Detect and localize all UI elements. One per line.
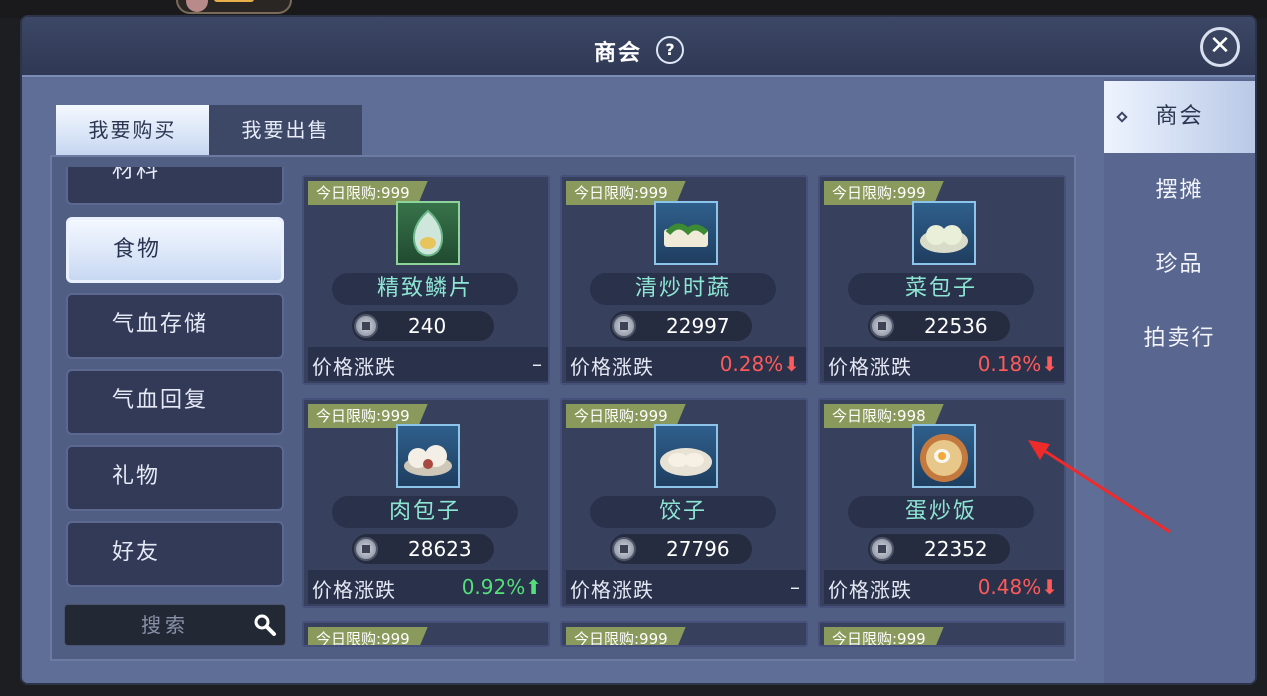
tab-buy[interactable]: 我要购买 [56, 105, 209, 156]
nav-item-label: 商会 [1155, 104, 1204, 129]
nav-item-stall[interactable]: 摆摊 [1104, 155, 1255, 227]
tab-sell[interactable]: 我要出售 [209, 105, 362, 156]
nav-item-chamber[interactable]: 商会 [1104, 81, 1255, 153]
coin-icon [354, 314, 378, 338]
price-change-row: 价格涨跌 0.28%⬇ [566, 347, 806, 381]
item-price: 27796 [610, 534, 752, 564]
price-value: 28623 [408, 537, 472, 561]
category-hp-recovery[interactable]: 气血回复 [66, 369, 284, 435]
main-area: 我要购买 我要出售 材料 食物 气血存储 气血回复 礼物 好友 今日限购:999 [22, 79, 1104, 683]
diamond-icon [1116, 111, 1128, 123]
price-change-row: 价格涨跌 – [308, 347, 548, 381]
item-name: 蛋炒饭 [848, 496, 1034, 528]
search-icon[interactable] [253, 613, 277, 637]
coin-icon [612, 537, 636, 561]
vegetables-icon [654, 201, 718, 265]
item-name: 清炒时蔬 [590, 273, 776, 305]
vegetable-bun-icon [912, 201, 976, 265]
nav-item-auction[interactable]: 拍卖行 [1104, 303, 1255, 375]
price-value: 22997 [666, 314, 730, 338]
coin-icon [354, 537, 378, 561]
item-card[interactable]: 今日限购:999 [560, 621, 808, 647]
item-price: 22997 [610, 311, 752, 341]
price-change-label: 价格涨跌 [828, 355, 912, 379]
price-value: 22352 [924, 537, 988, 561]
category-friends[interactable]: 好友 [66, 521, 284, 587]
price-change-value: 0.48%⬇ [977, 575, 1058, 599]
coin-icon [870, 537, 894, 561]
avatar[interactable] [176, 0, 292, 14]
daily-limit-badge: 今日限购:999 [566, 627, 686, 647]
item-card[interactable]: 今日限购:999 饺子 27796 价格涨跌 – [560, 398, 808, 608]
item-price: 28623 [352, 534, 494, 564]
item-name: 菜包子 [848, 273, 1034, 305]
price-value: 22536 [924, 314, 988, 338]
item-price: 22352 [868, 534, 1010, 564]
price-change-label: 价格涨跌 [570, 355, 654, 379]
price-change-label: 价格涨跌 [570, 578, 654, 602]
coin-icon [870, 314, 894, 338]
item-card[interactable]: 今日限购:999 精致鳞片 240 价格涨跌 – [302, 175, 550, 385]
item-name: 精致鳞片 [332, 273, 518, 305]
avatar-face [186, 0, 208, 12]
item-price: 240 [352, 311, 494, 341]
category-food[interactable]: 食物 [66, 217, 284, 283]
meat-bun-icon [396, 424, 460, 488]
price-change-value: 0.18%⬇ [977, 352, 1058, 376]
category-list[interactable]: 材料 食物 气血存储 气血回复 礼物 好友 [64, 167, 286, 593]
item-name: 饺子 [590, 496, 776, 528]
daily-limit-badge: 今日限购:999 [308, 627, 428, 647]
price-change-value: 0.92%⬆ [461, 575, 542, 599]
price-change-row: 价格涨跌 0.48%⬇ [824, 570, 1064, 604]
price-change-row: 价格涨跌 – [566, 570, 806, 604]
price-change-label: 价格涨跌 [312, 578, 396, 602]
shop-window: 商会 ? ✕ 我要购买 我要出售 材料 食物 气血存储 气血回复 礼物 好友 搜… [22, 17, 1255, 683]
price-change-label: 价格涨跌 [828, 578, 912, 602]
close-icon[interactable]: ✕ [1200, 27, 1240, 67]
item-card[interactable]: 今日限购:999 菜包子 22536 价格涨跌 0.18%⬇ [818, 175, 1066, 385]
fried-rice-icon [912, 424, 976, 488]
search-box[interactable] [64, 604, 286, 646]
help-icon[interactable]: ? [656, 36, 684, 64]
content-panel: 材料 食物 气血存储 气血回复 礼物 好友 今日限购:999 [50, 155, 1076, 661]
dumpling-icon [654, 424, 718, 488]
price-change-value: – [790, 575, 800, 599]
daily-limit-badge: 今日限购:999 [824, 627, 944, 647]
item-card[interactable]: 今日限购:999 肉包子 28623 价格涨跌 0.92%⬆ [302, 398, 550, 608]
right-nav: 商会 摆摊 珍品 拍卖行 [1104, 79, 1255, 683]
item-card[interactable]: 今日限购:999 [818, 621, 1066, 647]
window-title: 商会 [594, 41, 643, 66]
price-change-label: 价格涨跌 [312, 355, 396, 379]
item-card[interactable]: 今日限购:999 [302, 621, 550, 647]
avatar-tag [214, 0, 254, 2]
coin-icon [612, 314, 636, 338]
item-price: 22536 [868, 311, 1010, 341]
category-materials[interactable]: 材料 [66, 167, 284, 205]
price-value: 240 [408, 314, 447, 338]
nav-item-treasures[interactable]: 珍品 [1104, 229, 1255, 301]
scale-icon [396, 201, 460, 265]
category-hp-storage[interactable]: 气血存储 [66, 293, 284, 359]
item-name: 肉包子 [332, 496, 518, 528]
price-change-row: 价格涨跌 0.18%⬇ [824, 347, 1064, 381]
price-value: 27796 [666, 537, 730, 561]
item-card[interactable]: 今日限购:998 蛋炒饭 22352 价格涨跌 0.48%⬇ [818, 398, 1066, 608]
price-change-row: 价格涨跌 0.92%⬆ [308, 570, 548, 604]
search-input[interactable] [65, 605, 245, 645]
category-gifts[interactable]: 礼物 [66, 445, 284, 511]
price-change-value: 0.28%⬇ [719, 352, 800, 376]
price-change-value: – [532, 352, 542, 376]
item-card[interactable]: 今日限购:999 清炒时蔬 22997 价格涨跌 0.28%⬇ [560, 175, 808, 385]
title-bar: 商会 ? ✕ [22, 17, 1255, 77]
